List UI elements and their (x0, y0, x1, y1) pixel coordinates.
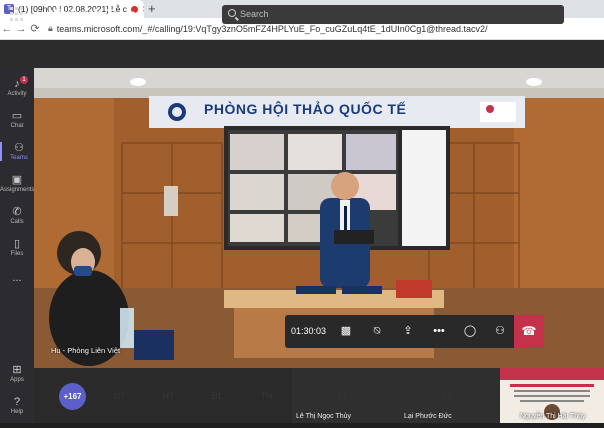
rail-item-activity[interactable]: ♪ 1 Activity (0, 76, 34, 97)
app-launcher-icon[interactable] (10, 7, 24, 21)
room-banner-text: PHÒNG HỘI THẢO QUỐC TẾ (204, 101, 407, 117)
help-icon: ? (13, 396, 21, 408)
participant-avatar: LĐ (442, 391, 455, 401)
participant-name: Nguyễn Thị Hải Thủy (520, 413, 586, 420)
camera-toggle-button[interactable]: ▩ (331, 315, 361, 348)
chat-icon: ◯ (463, 325, 477, 337)
participants-overflow[interactable]: +167 (59, 383, 86, 410)
assignments-icon: ▣ (11, 174, 23, 186)
rail-item-teams[interactable]: ⚇ Teams (0, 142, 36, 161)
call-controls: 01:30:03 ▩ ⍉ ⇪ ••• ◯ ⚇ (285, 315, 543, 348)
hang-up-button[interactable]: ☎ (514, 315, 544, 348)
rail-item-apps[interactable]: ⊞ Apps (0, 364, 34, 383)
file-icon: ▯ (13, 238, 21, 250)
participant-avatar: LT (337, 391, 348, 401)
mic-off-icon: ⍉ (373, 325, 381, 337)
app-title: Microsoft Teams (48, 7, 143, 21)
rail-item-assignments[interactable]: ▣ Assignments (0, 174, 34, 193)
chat-icon: ▭ (11, 110, 23, 122)
camera-off-icon: ▩ (340, 325, 352, 337)
rail-item-more[interactable]: ... (0, 272, 34, 285)
new-tab-button[interactable]: + (148, 1, 156, 16)
show-participants-button[interactable]: ⚇ (485, 315, 515, 348)
phone-icon: ✆ (12, 206, 22, 218)
speaker-label: Hu - Phòng Liên Việt (51, 346, 121, 355)
search-icon (228, 9, 236, 17)
forward-icon[interactable]: → (14, 23, 28, 35)
teams-icon: ⚇ (14, 142, 24, 154)
more-actions-button[interactable]: ••• (424, 315, 454, 348)
participant-avatar[interactable]: NT (106, 383, 133, 410)
back-icon[interactable]: ← (0, 23, 14, 35)
rail-item-chat[interactable]: ▭ Chat (0, 110, 34, 129)
hang-up-icon: ☎ (521, 324, 537, 338)
participant-avatar[interactable]: HT (155, 383, 182, 410)
call-timer: 01:30:03 (291, 326, 327, 336)
lock-icon[interactable]: 🔒︎ (48, 23, 53, 34)
teams-header (0, 40, 604, 68)
url-text[interactable]: teams.microsoft.com/_#/calling/19:VqTgy3… (57, 24, 488, 34)
bell-icon: ♪ (14, 78, 20, 90)
mic-toggle-button[interactable]: ⍉ (362, 315, 392, 348)
more-icon: ... (12, 272, 22, 284)
show-chat-button[interactable]: ◯ (455, 315, 485, 348)
search-input[interactable]: Search (222, 5, 564, 24)
participant-avatar[interactable]: TN (253, 383, 280, 410)
participants-icon: ⚇ (495, 325, 505, 337)
left-rail: ♪ 1 Activity ▭ Chat ⚇ Teams ▣ Assignment… (0, 68, 34, 423)
activity-badge: 1 (20, 76, 28, 84)
more-icon: ••• (433, 325, 445, 337)
rail-item-files[interactable]: ▯ Files (0, 238, 34, 257)
participant-name: Lê Thị Ngọc Thủy (296, 413, 351, 420)
apps-icon: ⊞ (12, 364, 22, 376)
share-icon: ⇪ (403, 325, 413, 337)
rail-item-help[interactable]: ? Help (0, 396, 34, 415)
rail-item-calls[interactable]: ✆ Calls (0, 206, 34, 225)
share-screen-button[interactable]: ⇪ (393, 315, 423, 348)
participant-name: Lại Phước Đức (404, 413, 452, 420)
participant-avatar[interactable]: BL (204, 383, 231, 410)
reload-icon[interactable]: ⟳ (28, 22, 42, 35)
